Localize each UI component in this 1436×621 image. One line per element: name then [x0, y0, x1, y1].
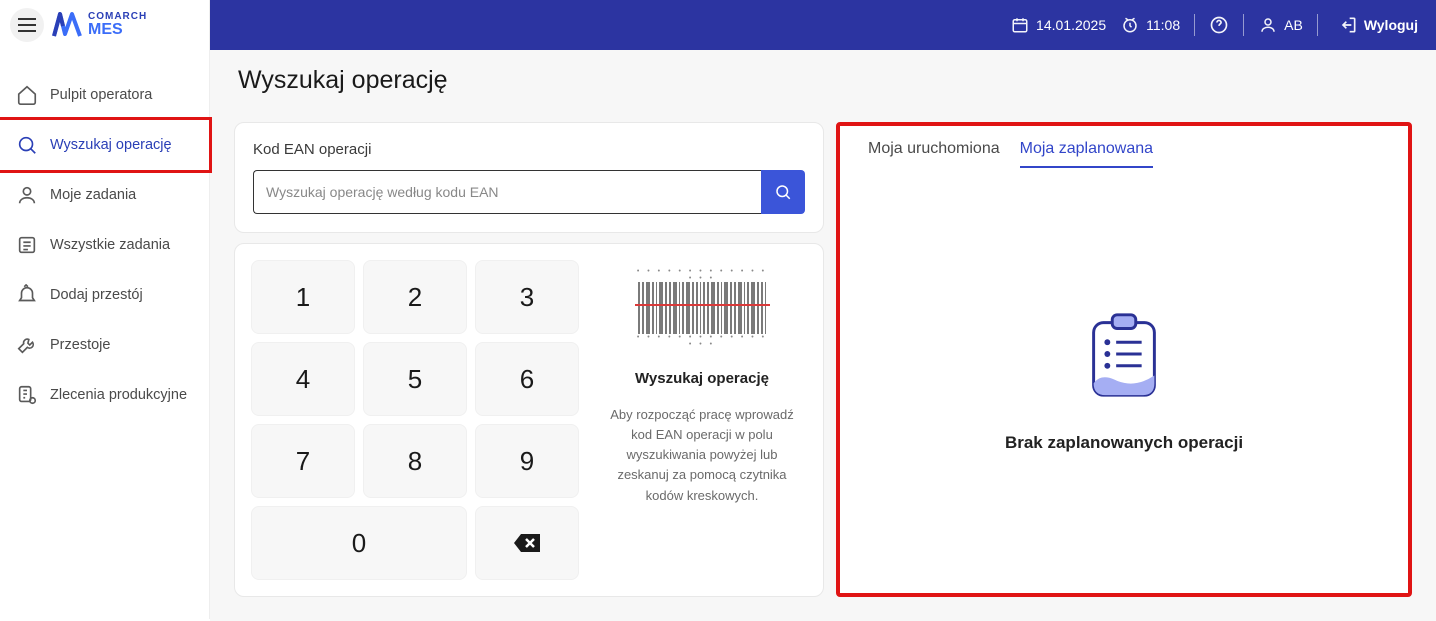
topbar: 14.01.2025 11:08 AB Wyloguj: [210, 0, 1436, 50]
keypad-key-0[interactable]: 0: [251, 506, 467, 580]
brand-bottom: MES: [88, 22, 147, 38]
keypad-key-8[interactable]: 8: [363, 424, 467, 498]
list-icon: [16, 234, 38, 256]
scan-title: Wyszukaj operację: [635, 370, 769, 387]
search-icon: [16, 134, 38, 156]
logout-button[interactable]: Wyloguj: [1338, 15, 1418, 35]
home-icon: [16, 84, 38, 106]
logout-icon: [1338, 15, 1358, 35]
sidebar-item-label: Zlecenia produkcyjne: [50, 387, 187, 403]
sidebar-item-label: Przestoje: [50, 337, 110, 353]
orders-icon: [16, 384, 38, 406]
sidebar-item-label: Pulpit operatora: [50, 87, 152, 103]
operations-panel-highlighted: Moja uruchomiona Moja zaplanowana Brak za…: [836, 122, 1412, 597]
sidebar-item-orders[interactable]: Zlecenia produkcyjne: [0, 370, 209, 420]
sidebar-item-wrench[interactable]: Przestoje: [0, 320, 209, 370]
keypad-card: 123 456 7890 • • • • • • • • • • • • • • •…: [234, 243, 824, 597]
keypad-key-5[interactable]: 5: [363, 342, 467, 416]
logo-mark-icon: [52, 10, 82, 40]
sidebar-item-label: Moje zadania: [50, 187, 136, 203]
keypad-key-4[interactable]: 4: [251, 342, 355, 416]
sidebar-item-label: Dodaj przestój: [50, 287, 143, 303]
keypad-backspace[interactable]: [475, 506, 579, 580]
backspace-icon: [512, 532, 542, 554]
sidebar-item-user[interactable]: Moje zadania: [0, 170, 209, 220]
page-title: Wyszukaj operację: [238, 66, 448, 95]
sidebar-item-bell[interactable]: Dodaj przestój: [0, 270, 209, 320]
hamburger-icon: [18, 18, 36, 32]
keypad-key-3[interactable]: 3: [475, 260, 579, 334]
tab-1[interactable]: Moja zaplanowana: [1020, 140, 1153, 168]
search-label: Kod EAN operacji: [253, 141, 805, 158]
keypad-key-6[interactable]: 6: [475, 342, 579, 416]
time-display: 11:08: [1120, 15, 1180, 35]
help-button[interactable]: [1209, 15, 1229, 35]
date-display: 14.01.2025: [1010, 15, 1106, 35]
sidebar-item-list[interactable]: Wszystkie zadania: [0, 220, 209, 270]
search-button[interactable]: [761, 170, 805, 214]
sidebar-item-search[interactable]: Wyszukaj operację: [0, 120, 209, 170]
help-icon: [1209, 15, 1229, 35]
clock-icon: [1120, 15, 1140, 35]
barcode-illustration: • • • • • • • • • • • • • • • • • • • • …: [635, 268, 770, 348]
sidebar-item-home[interactable]: Pulpit operatora: [0, 70, 209, 120]
keypad-key-7[interactable]: 7: [251, 424, 355, 498]
sidebar-item-label: Wyszukaj operację: [50, 137, 172, 153]
calendar-icon: [1010, 15, 1030, 35]
ean-search-input[interactable]: [253, 170, 761, 214]
user-display[interactable]: AB: [1258, 15, 1303, 35]
hamburger-menu-button[interactable]: [10, 8, 44, 42]
empty-state-message: Brak zaplanowanych operacji: [1005, 433, 1243, 453]
user-icon: [16, 184, 38, 206]
logo: COMARCH MES: [52, 10, 147, 40]
wrench-icon: [16, 334, 38, 356]
keypad-key-2[interactable]: 2: [363, 260, 467, 334]
clipboard-empty-icon: [1075, 305, 1173, 403]
sidebar-item-label: Wszystkie zadania: [50, 237, 170, 253]
keypad-key-9[interactable]: 9: [475, 424, 579, 498]
scan-description: Aby rozpocząć pracę wprowadź kod EAN ope…: [597, 405, 807, 506]
bell-icon: [16, 284, 38, 306]
user-icon: [1258, 15, 1278, 35]
tab-0[interactable]: Moja uruchomiona: [868, 140, 1000, 168]
search-icon: [774, 183, 792, 201]
search-card: Kod EAN operacji: [234, 122, 824, 233]
keypad-key-1[interactable]: 1: [251, 260, 355, 334]
